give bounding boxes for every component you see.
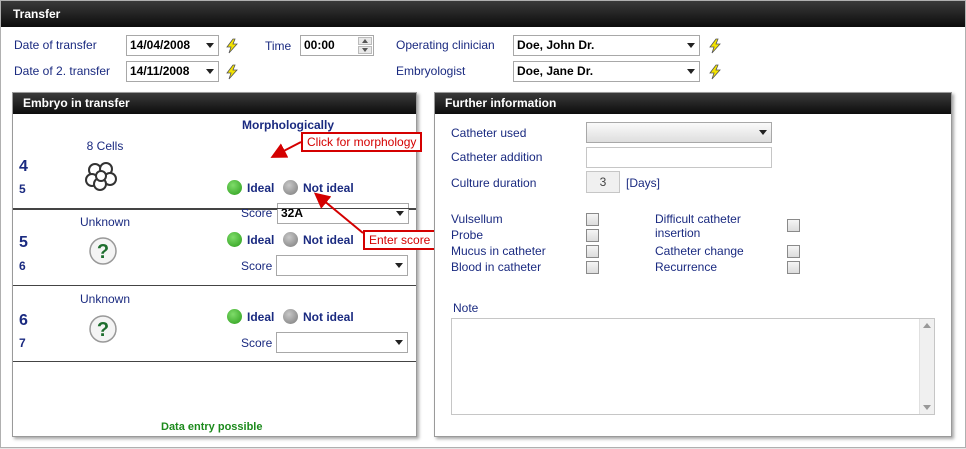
score-field[interactable]: 32A	[277, 203, 409, 224]
operating-clinician-value: Doe, John Dr.	[517, 38, 595, 52]
date-of-2-transfer-field[interactable]: 14/11/2008	[126, 61, 219, 82]
ideal-label: Ideal	[247, 181, 275, 195]
culture-duration-unit: [Days]	[626, 176, 661, 190]
recurrence-checkbox[interactable]	[787, 261, 800, 274]
mucus-in-catheter-checkbox[interactable]	[586, 245, 599, 258]
embryologist-field[interactable]: Doe, Jane Dr.	[513, 61, 700, 82]
score-field[interactable]	[276, 255, 408, 276]
catheter-used-select[interactable]	[586, 122, 772, 143]
embryo-number: 4	[19, 158, 28, 175]
catheter-change-label: Catheter change	[655, 244, 744, 258]
embryologist-value: Doe, Jane Dr.	[517, 64, 594, 78]
chevron-down-icon[interactable]	[206, 43, 214, 48]
embryo-panel-title: Embryo in transfer	[13, 93, 416, 114]
time-up-icon[interactable]	[358, 37, 372, 45]
embryologist-label: Embryologist	[396, 64, 466, 78]
lightning-icon[interactable]	[224, 64, 240, 80]
note-textarea[interactable]	[451, 318, 935, 415]
row-divider	[13, 361, 416, 362]
vulsellum-checkbox[interactable]	[586, 213, 599, 226]
note-scrollbar[interactable]	[919, 319, 934, 414]
probe-label: Probe	[451, 228, 484, 242]
embryo-sub-number: 6	[19, 259, 26, 273]
blood-in-catheter-checkbox[interactable]	[586, 261, 599, 274]
score-label: Score	[241, 336, 273, 350]
embryo-number: 6	[19, 312, 28, 329]
embryo-sub-number: 7	[19, 336, 26, 350]
mucus-in-catheter-label: Mucus in catheter	[451, 244, 546, 258]
chevron-down-icon[interactable]	[687, 69, 695, 74]
chevron-down-icon[interactable]	[759, 130, 767, 135]
catheter-used-label: Catheter used	[451, 126, 527, 140]
score-label: Score	[241, 259, 273, 273]
difficult-catheter-insertion-label: Difficult catheter insertion	[655, 212, 741, 240]
score-annotation: Enter score	[363, 230, 437, 250]
transfer-window: Transfer Date of transfer 14/04/2008 Tim…	[0, 0, 966, 448]
lightning-icon[interactable]	[224, 38, 240, 54]
operating-clinician-label: Operating clinician	[396, 38, 495, 52]
scroll-up-icon[interactable]	[923, 323, 931, 328]
culture-duration-value: 3	[599, 175, 607, 189]
chevron-down-icon[interactable]	[395, 340, 403, 345]
score-field[interactable]	[276, 332, 408, 353]
chevron-down-icon[interactable]	[396, 211, 404, 216]
date-of-transfer-value: 14/04/2008	[130, 38, 191, 52]
svg-text:?: ?	[97, 241, 109, 263]
scroll-down-icon[interactable]	[923, 405, 931, 410]
catheter-addition-label: Catheter addition	[451, 150, 543, 164]
recurrence-label: Recurrence	[655, 260, 718, 274]
not-ideal-radio[interactable]	[283, 180, 298, 195]
date-of-2-transfer-value: 14/11/2008	[130, 64, 190, 78]
operating-clinician-field[interactable]: Doe, John Dr.	[513, 35, 700, 56]
ideal-radio[interactable]	[227, 309, 242, 324]
date-of-transfer-label: Date of transfer	[14, 38, 97, 52]
embryo-type: Unknown	[79, 215, 131, 229]
probe-checkbox[interactable]	[586, 229, 599, 242]
not-ideal-radio[interactable]	[283, 309, 298, 324]
ideal-label: Ideal	[247, 310, 275, 324]
ideal-radio[interactable]	[227, 180, 242, 195]
blood-in-catheter-label: Blood in catheter	[451, 260, 542, 274]
row-divider	[13, 208, 416, 209]
row-divider	[13, 285, 416, 286]
embryo-row: 4 5 8 Cells Ideal Not ideal Score 32A	[13, 117, 416, 224]
cells-icon	[85, 162, 117, 191]
question-icon: ?	[89, 237, 117, 265]
embryo-type: Unknown	[79, 292, 131, 306]
embryo-type: 8 Cells	[86, 139, 124, 153]
ideal-label: Ideal	[247, 233, 275, 247]
not-ideal-label: Not ideal	[303, 310, 354, 324]
embryo-sub-number: 5	[19, 182, 26, 196]
note-label: Note	[453, 301, 479, 315]
data-entry-status: Data entry possible	[161, 421, 263, 433]
chevron-down-icon[interactable]	[687, 43, 695, 48]
not-ideal-label: Not ideal	[303, 181, 354, 195]
question-icon: ?	[89, 315, 117, 343]
vulsellum-label: Vulsellum	[451, 212, 503, 226]
chevron-down-icon[interactable]	[206, 69, 214, 74]
not-ideal-radio[interactable]	[283, 232, 298, 247]
chevron-down-icon[interactable]	[395, 263, 403, 268]
embryo-number: 5	[19, 234, 28, 251]
time-field[interactable]: 00:00	[300, 35, 374, 56]
time-label: Time	[265, 39, 292, 53]
lightning-icon[interactable]	[707, 38, 723, 54]
catheter-addition-input[interactable]	[586, 147, 772, 168]
date-of-transfer-field[interactable]: 14/04/2008	[126, 35, 219, 56]
ideal-radio[interactable]	[227, 232, 242, 247]
not-ideal-label: Not ideal	[303, 233, 354, 247]
time-down-icon[interactable]	[358, 46, 372, 54]
window-title: Transfer	[1, 1, 965, 27]
time-value: 00:00	[304, 38, 335, 52]
further-information-title: Further information	[435, 93, 951, 114]
date-of-2-transfer-label: Date of 2. transfer	[14, 64, 111, 78]
catheter-change-checkbox[interactable]	[787, 245, 800, 258]
difficult-catheter-insertion-checkbox[interactable]	[787, 219, 800, 232]
morphology-annotation: Click for morphology	[301, 132, 423, 152]
culture-duration-input[interactable]: 3	[586, 171, 620, 193]
culture-duration-label: Culture duration	[451, 176, 537, 190]
lightning-icon[interactable]	[707, 64, 723, 80]
svg-text:?: ?	[97, 319, 109, 341]
